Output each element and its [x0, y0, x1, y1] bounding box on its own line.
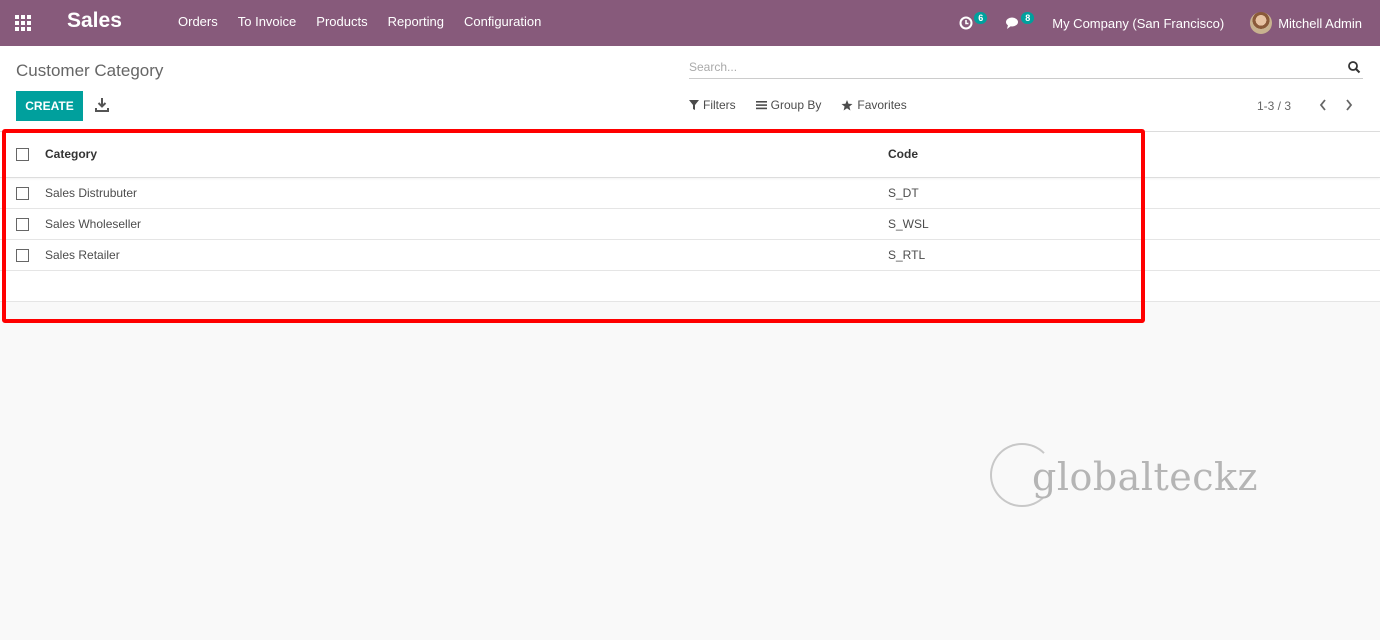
menu-item-reporting[interactable]: Reporting — [388, 14, 444, 29]
menu-item-configuration[interactable]: Configuration — [464, 14, 541, 29]
table-header: Category Code — [0, 132, 1380, 178]
breadcrumb: Customer Category — [16, 61, 164, 80]
menu-item-products[interactable]: Products — [316, 14, 367, 29]
create-button[interactable]: CREATE — [16, 91, 83, 121]
search-bar — [689, 57, 1363, 79]
message-count-badge: 8 — [1021, 12, 1035, 24]
company-switcher[interactable]: My Company (San Francisco) — [1052, 16, 1224, 31]
search-input[interactable] — [689, 57, 1329, 77]
list-view: Category Code Sales Distrubuter S_DT Sal… — [0, 132, 1380, 302]
clock-icon — [959, 16, 973, 30]
main-menu: Orders To Invoice Products Reporting Con… — [178, 14, 561, 29]
avatar — [1250, 12, 1273, 34]
row-checkbox[interactable] — [16, 249, 29, 262]
group-by-label: Group By — [770, 98, 822, 112]
pager-value[interactable]: 1-3 / 3 — [1257, 99, 1291, 113]
chevron-left-icon — [1319, 99, 1326, 111]
filters-label: Filters — [703, 98, 736, 112]
activity-count-badge: 6 — [974, 12, 988, 24]
watermark-text: globalteckz — [1032, 455, 1259, 499]
column-header-code[interactable]: Code — [888, 147, 918, 161]
row-checkbox[interactable] — [16, 218, 29, 231]
select-all-checkbox[interactable] — [16, 148, 29, 161]
category-cell: Sales Retailer — [45, 248, 120, 262]
empty-row — [0, 271, 1380, 302]
code-cell: S_DT — [888, 186, 919, 200]
activity-button[interactable]: 6 — [959, 12, 988, 30]
table-row[interactable]: Sales Retailer S_RTL — [0, 240, 1380, 271]
favorites-label: Favorites — [857, 98, 907, 112]
row-checkbox[interactable] — [16, 187, 29, 200]
group-by-button[interactable]: Group By — [755, 98, 822, 112]
category-cell: Sales Wholeseller — [45, 217, 142, 231]
star-icon — [841, 99, 853, 110]
table-row[interactable]: Sales Distrubuter S_DT — [0, 178, 1380, 209]
search-options: Filters Group By Favorites — [689, 98, 927, 112]
control-panel: Customer Category CREATE Filters Group B… — [0, 46, 1380, 132]
pager-next-button[interactable] — [1341, 98, 1357, 114]
chevron-right-icon — [1346, 99, 1353, 111]
menu-item-orders[interactable]: Orders — [178, 14, 218, 29]
user-name: Mitchell Admin — [1278, 15, 1362, 31]
search-icon[interactable] — [1347, 60, 1361, 74]
apps-menu-icon[interactable] — [14, 14, 32, 32]
bars-icon — [755, 101, 767, 110]
pager-previous-button[interactable] — [1315, 98, 1331, 114]
chat-icon — [1006, 17, 1019, 29]
user-menu[interactable]: Mitchell Admin — [1250, 12, 1362, 34]
category-cell: Sales Distrubuter — [45, 186, 138, 200]
watermark-logo: globalteckz — [990, 443, 1270, 509]
menu-item-to-invoice[interactable]: To Invoice — [238, 14, 297, 29]
filters-button[interactable]: Filters — [689, 98, 736, 112]
navbar-systray: 6 8 My Company (San Francisco) Mitchell … — [959, 0, 1380, 46]
filter-icon — [689, 100, 699, 110]
download-icon[interactable] — [95, 97, 109, 113]
favorites-button[interactable]: Favorites — [841, 98, 907, 112]
column-header-category[interactable]: Category — [45, 147, 97, 161]
messages-button[interactable]: 8 — [1005, 12, 1035, 30]
top-navbar: Sales Orders To Invoice Products Reporti… — [0, 0, 1380, 46]
app-brand[interactable]: Sales — [67, 9, 122, 33]
code-cell: S_WSL — [888, 217, 929, 231]
pager: 1-3 / 3 — [1257, 98, 1357, 114]
code-cell: S_RTL — [888, 248, 926, 262]
table-row[interactable]: Sales Wholeseller S_WSL — [0, 209, 1380, 240]
